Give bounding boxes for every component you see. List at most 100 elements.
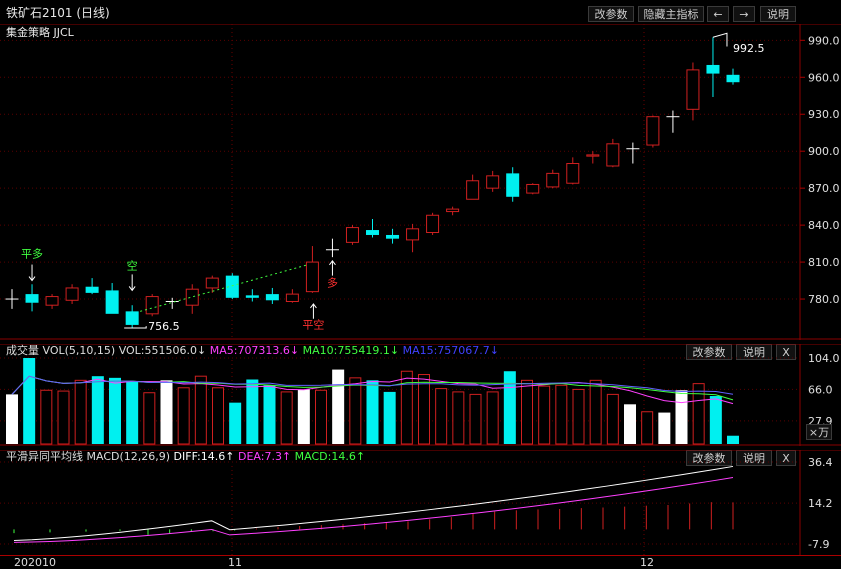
volume-bar [641, 411, 654, 445]
trend-line [140, 264, 309, 312]
candle-body [45, 296, 59, 306]
volume-bar [297, 389, 310, 444]
low-label: 756.5 [148, 320, 180, 333]
volume-bar [263, 385, 276, 444]
volume-bar [246, 379, 259, 444]
volume-bar [658, 412, 671, 444]
candle-body [205, 277, 219, 289]
candle-body [726, 74, 740, 83]
volume-bar [177, 387, 190, 445]
volume-bar [126, 381, 139, 444]
candle-body [466, 180, 480, 200]
main-ytick-label-3: 900.0 [808, 145, 840, 158]
macd-ytick-label-2: -7.9 [808, 538, 829, 551]
candle-body [265, 294, 279, 301]
macd-chart[interactable]: 36.4 14.2 -7.9 [0, 450, 841, 556]
volume-bar [212, 387, 224, 445]
volume-bar [315, 389, 327, 445]
volume-bar [280, 391, 293, 445]
ping-duo-label: 平多 [21, 247, 43, 261]
volume-unit-label[interactable]: ×万 [806, 424, 832, 440]
volume-bar [109, 377, 121, 444]
candle-body [366, 230, 379, 235]
main-ytick-label-0: 990.0 [808, 34, 840, 47]
volume-bar [521, 379, 533, 445]
arrow-left-icon[interactable]: ← [707, 6, 729, 22]
main-ytick-label-5: 840.0 [808, 219, 840, 232]
high-label: 992.5 [733, 42, 765, 55]
volume-bar [366, 380, 379, 444]
candle-body [125, 311, 139, 325]
main-ytick-label-4: 870.0 [808, 182, 840, 195]
candle-body [386, 234, 400, 239]
candle-body [566, 163, 580, 184]
candle-body [446, 208, 460, 213]
x-label-dec: 12 [640, 556, 654, 569]
candle-body [65, 287, 79, 301]
volume-bar [143, 392, 156, 445]
x-label-oct: 202010 [14, 556, 56, 569]
volume-bar [452, 391, 465, 445]
volume-bar [160, 380, 173, 444]
volume-bar [435, 388, 448, 445]
candle-body [285, 293, 299, 303]
volume-bar [57, 390, 70, 445]
candle-body [245, 295, 259, 298]
volume-bar [503, 371, 516, 444]
help-button[interactable]: 说明 [760, 6, 796, 22]
duo-label: 多 [327, 276, 338, 290]
hide-main-indicator-button[interactable]: 隐藏主指标 [638, 6, 704, 22]
candle-body [486, 175, 500, 189]
volume-bar [469, 393, 482, 445]
main-ytick-label-2: 930.0 [808, 108, 840, 121]
x-label-nov: 11 [228, 556, 242, 569]
main-ytick-label-6: 810.0 [808, 256, 840, 269]
macd-ytick-label-1: 14.2 [808, 497, 833, 510]
volume-bar [383, 391, 396, 444]
candle-body [526, 183, 540, 194]
vol-ytick-label-0: 104.0 [808, 352, 840, 365]
volume-bar [91, 376, 104, 444]
volume-chart[interactable]: 104.066.027.9 [0, 344, 841, 446]
main-chart[interactable]: 平多空 756.5 平空 多 992.5 990.0 960.0 930.0 900.0 870… [0, 24, 841, 340]
x-axis: 202010 11 12 [0, 555, 841, 569]
volume-bar [6, 394, 18, 444]
candle-body [686, 69, 700, 110]
change-params-button[interactable]: 改参数 [588, 6, 634, 22]
volume-bar [418, 374, 430, 445]
vol-ytick-label-1: 66.0 [808, 383, 833, 396]
volume-bar [589, 379, 602, 445]
candle-body [345, 227, 359, 243]
volume-bar [332, 369, 345, 444]
volume-bar [675, 390, 688, 444]
main-ytick-label-7: 780.0 [808, 293, 840, 306]
volume-bar [572, 388, 585, 445]
volume-bar [624, 404, 636, 444]
chart-title: 铁矿石2101 (日线) [6, 6, 110, 20]
candle-body [305, 261, 319, 293]
volume-bar [74, 379, 87, 445]
candle-body [105, 290, 119, 314]
volume-bar [692, 383, 705, 445]
volume-bar [40, 389, 53, 445]
candle-body [406, 228, 420, 241]
macd-ytick-label-0: 36.4 [808, 456, 833, 469]
volume-bar [555, 384, 568, 445]
candle-body [706, 64, 720, 74]
candle-body [606, 143, 620, 167]
arrow-right-icon[interactable]: → [733, 6, 755, 22]
main-ytick-label-1: 960.0 [808, 71, 840, 84]
volume-bar [606, 393, 619, 445]
volume-bar [349, 377, 362, 445]
ping-kong-label: 平空 [302, 318, 324, 332]
volume-bar [538, 385, 551, 445]
candle-body [25, 294, 39, 303]
volume-bar [709, 396, 722, 444]
candle-body [506, 173, 520, 197]
candle-body [426, 214, 440, 234]
candle-body [586, 154, 600, 157]
volume-bar [23, 358, 36, 444]
volume-bar [486, 391, 499, 445]
volume-bar [194, 375, 207, 445]
macd-diff-line [13, 465, 734, 541]
